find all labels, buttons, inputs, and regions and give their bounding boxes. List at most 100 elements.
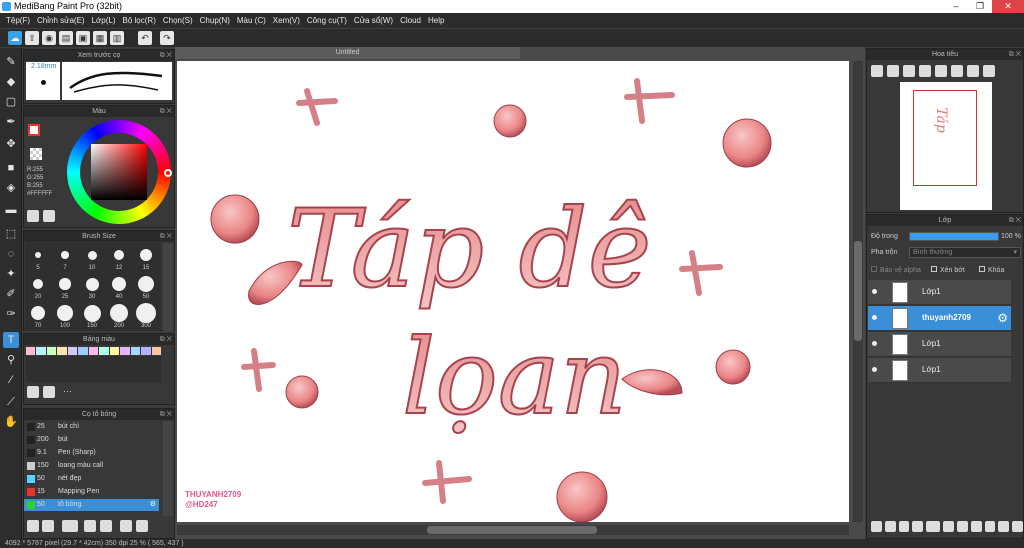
eyedropper-tool-icon[interactable]: ⁄ bbox=[3, 372, 19, 388]
brush-size-cell[interactable]: 15 bbox=[133, 243, 159, 271]
clip-checkbox[interactable] bbox=[931, 266, 937, 272]
zoom-fit-icon[interactable] bbox=[871, 65, 883, 77]
copy-layer-icon[interactable] bbox=[956, 520, 968, 532]
delete-layer-icon[interactable] bbox=[1012, 520, 1024, 532]
palette-swatch[interactable] bbox=[109, 347, 120, 355]
gradient-tool-icon[interactable]: ▬ bbox=[3, 202, 19, 218]
brush-size-cell[interactable]: 10 bbox=[79, 243, 105, 271]
brush-list-item[interactable]: 15 Mapping Pen bbox=[24, 486, 159, 498]
move-tool-icon[interactable]: ✥ bbox=[3, 136, 19, 152]
brush-list-item[interactable]: 200 bút bbox=[24, 434, 159, 446]
gear-icon[interactable]: ⚙ bbox=[997, 311, 1008, 325]
panel-options-icon[interactable]: ⧉ ✕ bbox=[160, 106, 172, 117]
zoom-out-icon[interactable] bbox=[919, 65, 931, 77]
visibility-eye-icon[interactable] bbox=[872, 289, 877, 294]
menu-edit[interactable]: Chỉnh sửa(E) bbox=[34, 13, 89, 28]
close-button[interactable]: ✕ bbox=[992, 0, 1024, 13]
brush-size-cell[interactable]: 7 bbox=[52, 243, 78, 271]
comment-icon[interactable]: ◉ bbox=[42, 31, 56, 45]
select-eraser-tool-icon[interactable]: ✑ bbox=[3, 306, 19, 322]
menu-layer[interactable]: Lớp(L) bbox=[89, 13, 120, 28]
palette-swatch[interactable] bbox=[67, 347, 78, 355]
brush-size-cell[interactable]: 40 bbox=[106, 272, 132, 300]
menu-help[interactable]: Help bbox=[425, 13, 448, 28]
bucket-tool-icon[interactable]: ◈ bbox=[3, 180, 19, 196]
text-tool-icon[interactable]: T bbox=[3, 332, 19, 348]
palette-swatch[interactable] bbox=[36, 347, 46, 355]
hand-tool-icon[interactable]: ✋ bbox=[3, 414, 19, 430]
brush-copy-icon[interactable] bbox=[100, 520, 112, 532]
rotate-right-icon[interactable] bbox=[951, 65, 963, 77]
menu-tools[interactable]: Công cụ(T) bbox=[304, 13, 351, 28]
brush-size-cell[interactable]: 25 bbox=[52, 272, 78, 300]
brush-size-cell[interactable]: 150 bbox=[79, 301, 105, 329]
lock-checkbox[interactable] bbox=[979, 266, 985, 272]
hue-handle[interactable] bbox=[164, 169, 172, 177]
layer-folder-icon[interactable] bbox=[943, 520, 954, 532]
panel-options-icon[interactable]: ⧉ ✕ bbox=[160, 231, 172, 242]
palette-swatch[interactable] bbox=[141, 347, 151, 355]
minimize-button[interactable]: – bbox=[944, 0, 968, 13]
gear-icon[interactable]: ⚙ bbox=[150, 499, 156, 511]
rotate-left-icon[interactable] bbox=[935, 65, 947, 77]
canvas-vertical-scrollbar[interactable] bbox=[853, 61, 863, 522]
redo-icon[interactable]: ↷ bbox=[160, 31, 174, 45]
brush-list-item[interactable]: 150 loang màu call bbox=[24, 460, 159, 472]
save-icon[interactable]: ▣ bbox=[76, 31, 90, 45]
opacity-slider[interactable] bbox=[909, 232, 999, 241]
new-8bit-layer-icon[interactable] bbox=[898, 520, 910, 532]
fill-icon[interactable]: ▤ bbox=[59, 31, 73, 45]
menu-select[interactable]: Chọn(S) bbox=[160, 13, 197, 28]
export-icon[interactable]: ⇪ bbox=[25, 31, 39, 45]
merge-layer-icon[interactable] bbox=[984, 520, 996, 532]
delete-brush-icon[interactable] bbox=[136, 520, 148, 532]
protect-alpha-checkbox[interactable] bbox=[871, 266, 877, 272]
palette-swatch[interactable] bbox=[120, 347, 130, 355]
palette-swatch[interactable] bbox=[26, 347, 36, 355]
menu-color[interactable]: Màu (C) bbox=[234, 13, 270, 28]
brush-size-cell[interactable]: 300 bbox=[133, 301, 159, 329]
brush-size-cell[interactable]: 50 bbox=[133, 272, 159, 300]
blend-mode-select[interactable]: Bình thường ▾ bbox=[909, 247, 1021, 258]
palette-swatch[interactable] bbox=[88, 347, 99, 355]
navigator-thumbnail[interactable]: Táp bbox=[900, 82, 992, 210]
lasso-tool-icon[interactable]: ◌ bbox=[3, 246, 19, 262]
color-picker-icon[interactable] bbox=[43, 210, 55, 222]
grid-icon[interactable]: ▦ bbox=[93, 31, 107, 45]
reset-rotation-icon[interactable] bbox=[967, 65, 979, 77]
flip-icon[interactable] bbox=[983, 65, 995, 77]
layer-row[interactable]: Lớp1 bbox=[868, 280, 1011, 305]
brush-list-item[interactable]: 25 bút chì bbox=[24, 421, 159, 433]
duplicate-brush-icon[interactable] bbox=[120, 520, 132, 532]
menu-snap[interactable]: Chụp(N) bbox=[197, 13, 234, 28]
color-wheel[interactable] bbox=[67, 120, 172, 224]
visibility-eye-icon[interactable] bbox=[872, 315, 877, 320]
brush-settings-icon[interactable] bbox=[27, 520, 39, 532]
menu-window[interactable]: Cửa sổ(W) bbox=[351, 13, 397, 28]
palette-swatch[interactable] bbox=[78, 347, 88, 355]
palette-swatch[interactable] bbox=[46, 347, 57, 355]
brush-size-cell[interactable]: 5 bbox=[25, 243, 51, 271]
pen-tool-icon[interactable]: ✒ bbox=[3, 114, 19, 130]
palette-swatch[interactable] bbox=[57, 347, 67, 355]
zoom-in-icon[interactable] bbox=[887, 65, 899, 77]
delete-palette-icon[interactable] bbox=[43, 386, 55, 398]
maximize-button[interactable]: ❐ bbox=[968, 0, 992, 13]
brush-list-scrollbar[interactable] bbox=[163, 421, 173, 516]
zoom-100-icon[interactable] bbox=[903, 65, 915, 77]
saturation-box[interactable] bbox=[91, 144, 147, 200]
new-halftone-layer-icon[interactable] bbox=[884, 520, 896, 532]
panel-options-icon[interactable]: ⧉ ✕ bbox=[1009, 215, 1021, 226]
document-tab[interactable]: Untitled bbox=[175, 47, 520, 59]
menu-file[interactable]: Tệp(F) bbox=[3, 13, 34, 28]
new-palette-icon[interactable] bbox=[27, 386, 39, 398]
new-layer-icon[interactable] bbox=[871, 520, 882, 532]
brush-size-cell[interactable]: 20 bbox=[25, 272, 51, 300]
panel-options-icon[interactable]: ⧉ ✕ bbox=[160, 409, 172, 420]
menu-cloud[interactable]: Cloud bbox=[397, 13, 425, 28]
canvas-horizontal-scrollbar[interactable] bbox=[177, 525, 849, 535]
divide-tool-icon[interactable]: ⟋ bbox=[3, 394, 19, 410]
shape-tool-icon[interactable]: ▢ bbox=[3, 94, 19, 110]
menu-view[interactable]: Xem(V) bbox=[270, 13, 304, 28]
palette-more-icon[interactable]: ⋯ bbox=[63, 386, 72, 397]
